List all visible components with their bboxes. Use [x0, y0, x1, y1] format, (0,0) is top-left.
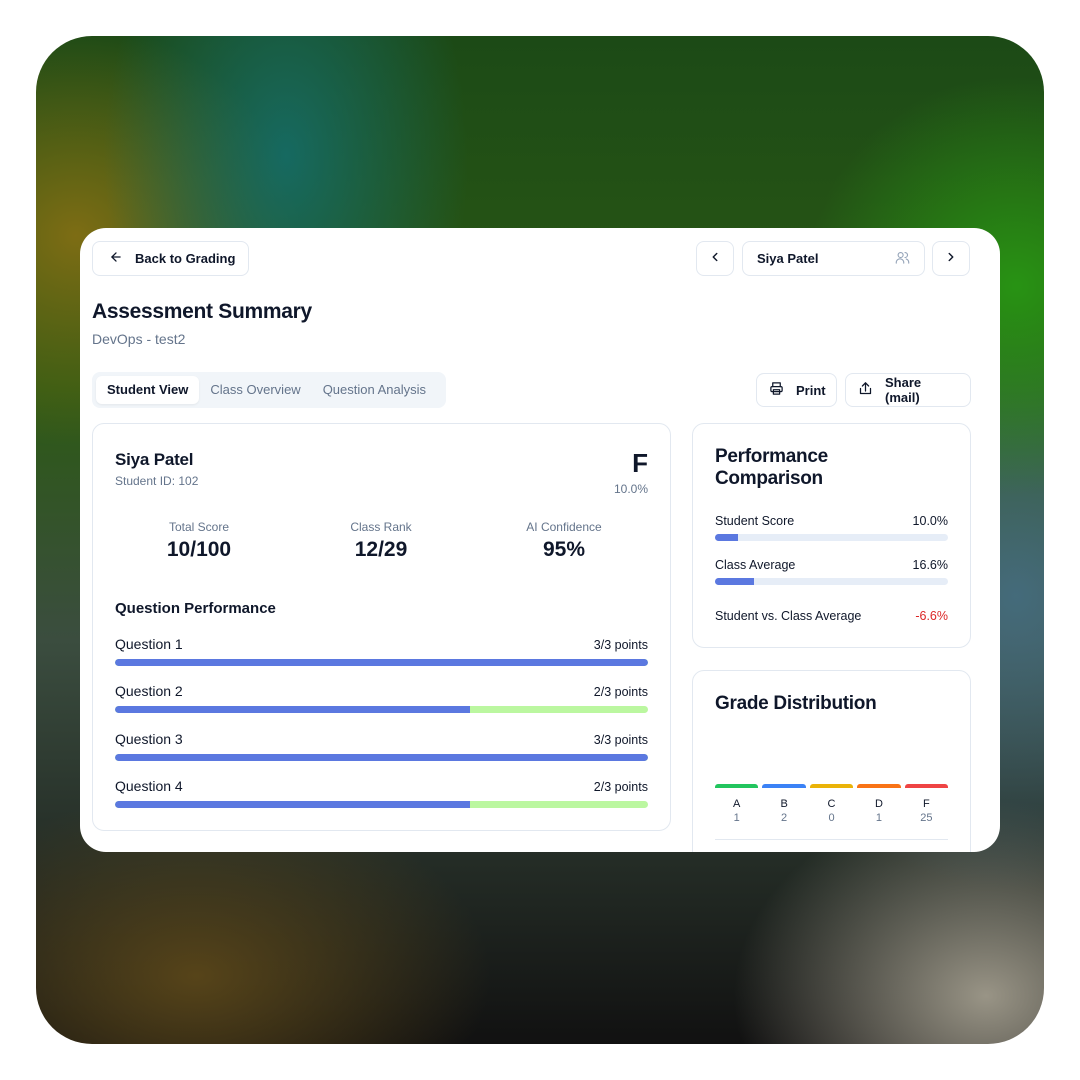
share-icon [858, 381, 873, 399]
chevron-left-icon [708, 250, 722, 267]
question-points: 3/3 points [593, 733, 648, 747]
stat-label: Class Rank [350, 520, 412, 534]
question-points: 2/3 points [593, 685, 648, 699]
stat-value: 12/29 [354, 538, 408, 561]
tab-class-overview[interactable]: Class Overview [199, 376, 311, 404]
tab-question-analysis[interactable]: Question Analysis [312, 376, 437, 404]
grade-bar [904, 784, 949, 788]
stat-value: 95% [542, 538, 586, 561]
comparison-fill [715, 534, 739, 541]
arrow-left-icon [109, 250, 123, 267]
page-title: Assessment Summary [92, 300, 312, 323]
question-label: Question 2 [115, 683, 183, 699]
view-tabs: Student View Class Overview Question Ana… [92, 372, 446, 408]
grade-distribution-card: Grade Distribution A 1 B 2 C 0 D 1 F 25 [692, 670, 971, 852]
print-label: Print [796, 382, 826, 398]
grade-column-a: A 1 [715, 784, 759, 824]
grade-count: 1 [875, 812, 882, 824]
grade-column-c: C 0 [809, 784, 854, 824]
comparison-track [715, 534, 948, 541]
share-mail-button[interactable]: Share (mail) [845, 373, 971, 407]
share-label: Share (mail) [885, 375, 922, 405]
stat-total-score: Total Score 10/100 [109, 520, 289, 562]
grade-distribution-title: Grade Distribution [715, 693, 877, 714]
comparison-label: Student Score [715, 514, 795, 528]
difference-label: Student vs. Class Average [715, 609, 862, 623]
back-to-grading-label: Back to Grading [135, 251, 236, 266]
grade-column-d: D 1 [857, 784, 901, 824]
stat-label: AI Confidence [526, 520, 602, 534]
performance-comparison-card: Performance Comparison Student Score 10.… [692, 423, 971, 648]
grade-bar [857, 784, 901, 788]
grade-count: 1 [733, 812, 740, 824]
divider [715, 839, 948, 840]
stat-value: 10/100 [166, 538, 232, 561]
previous-student-button[interactable] [696, 241, 734, 276]
stat-label: Total Score [168, 520, 230, 534]
letter-grade: F [632, 448, 648, 478]
question-progress-fill [115, 659, 648, 666]
grade-bar [809, 784, 854, 788]
stat-class-rank: Class Rank 12/29 [291, 520, 471, 562]
question-row: Question 1 3/3 points [115, 636, 648, 666]
question-row: Question 2 2/3 points [115, 683, 648, 713]
grade-bar [762, 784, 806, 788]
difference-value: -6.6% [915, 609, 948, 623]
grade-letter: D [874, 798, 883, 810]
comparison-row-class-average: Class Average 16.6% [715, 558, 948, 585]
next-student-button[interactable] [932, 241, 970, 276]
question-performance-title: Question Performance [115, 600, 276, 617]
comparison-value: 10.0% [912, 514, 948, 528]
question-progress-track [115, 754, 648, 761]
question-progress-track [115, 801, 648, 808]
chevron-right-icon [944, 250, 958, 267]
grade-letter: C [827, 798, 836, 810]
back-to-grading-button[interactable]: Back to Grading [92, 241, 249, 276]
stat-ai-confidence: AI Confidence 95% [474, 520, 654, 562]
comparison-track [715, 578, 948, 585]
selected-student-name: Siya Patel [757, 251, 819, 266]
grade-count: 0 [828, 812, 835, 824]
grade-column-f: F 25 [904, 784, 949, 824]
grade-distribution-bars: A 1 B 2 C 0 D 1 F 25 [715, 784, 949, 824]
student-vs-class-row: Student vs. Class Average -6.6% [715, 609, 948, 623]
question-label: Question 4 [115, 778, 183, 794]
question-points: 3/3 points [593, 638, 648, 652]
grade-count: 25 [920, 812, 933, 824]
question-label: Question 3 [115, 731, 183, 747]
printer-icon [769, 381, 784, 399]
question-progress-fill [115, 706, 471, 713]
grade-letter: A [733, 798, 741, 810]
grade-column-b: B 2 [762, 784, 806, 824]
tab-student-view[interactable]: Student View [96, 376, 200, 404]
student-selector[interactable]: Siya Patel [742, 241, 925, 276]
question-row: Question 3 3/3 points [115, 731, 648, 761]
comparison-value: 16.6% [912, 558, 948, 572]
grade-letter: F [922, 798, 930, 810]
comparison-row-student: Student Score 10.0% [715, 514, 948, 541]
question-label: Question 1 [115, 636, 183, 652]
question-progress-track [115, 659, 648, 666]
question-points: 2/3 points [593, 780, 648, 794]
grade-letter: B [780, 798, 788, 810]
question-progress-track [115, 706, 648, 713]
grade-count: 2 [781, 812, 788, 824]
app-window: Back to Grading Siya Patel Assessment Su… [80, 228, 1000, 852]
comparison-fill [715, 578, 754, 585]
student-summary-card: Siya Patel Student ID: 102 F 10.0% Total… [92, 423, 671, 831]
page-subtitle: DevOps - test2 [92, 331, 186, 347]
print-button[interactable]: Print [756, 373, 837, 407]
student-id: Student ID: 102 [115, 474, 199, 488]
question-progress-fill [115, 754, 648, 761]
performance-comparison-title: Performance Comparison [715, 446, 828, 489]
comparison-label: Class Average [715, 558, 796, 572]
grade-percent: 10.0% [613, 482, 648, 496]
grade-bar [715, 784, 759, 788]
users-icon [895, 250, 910, 268]
question-progress-fill [115, 801, 471, 808]
question-row: Question 4 2/3 points [115, 778, 648, 808]
student-name: Siya Patel [115, 450, 194, 469]
